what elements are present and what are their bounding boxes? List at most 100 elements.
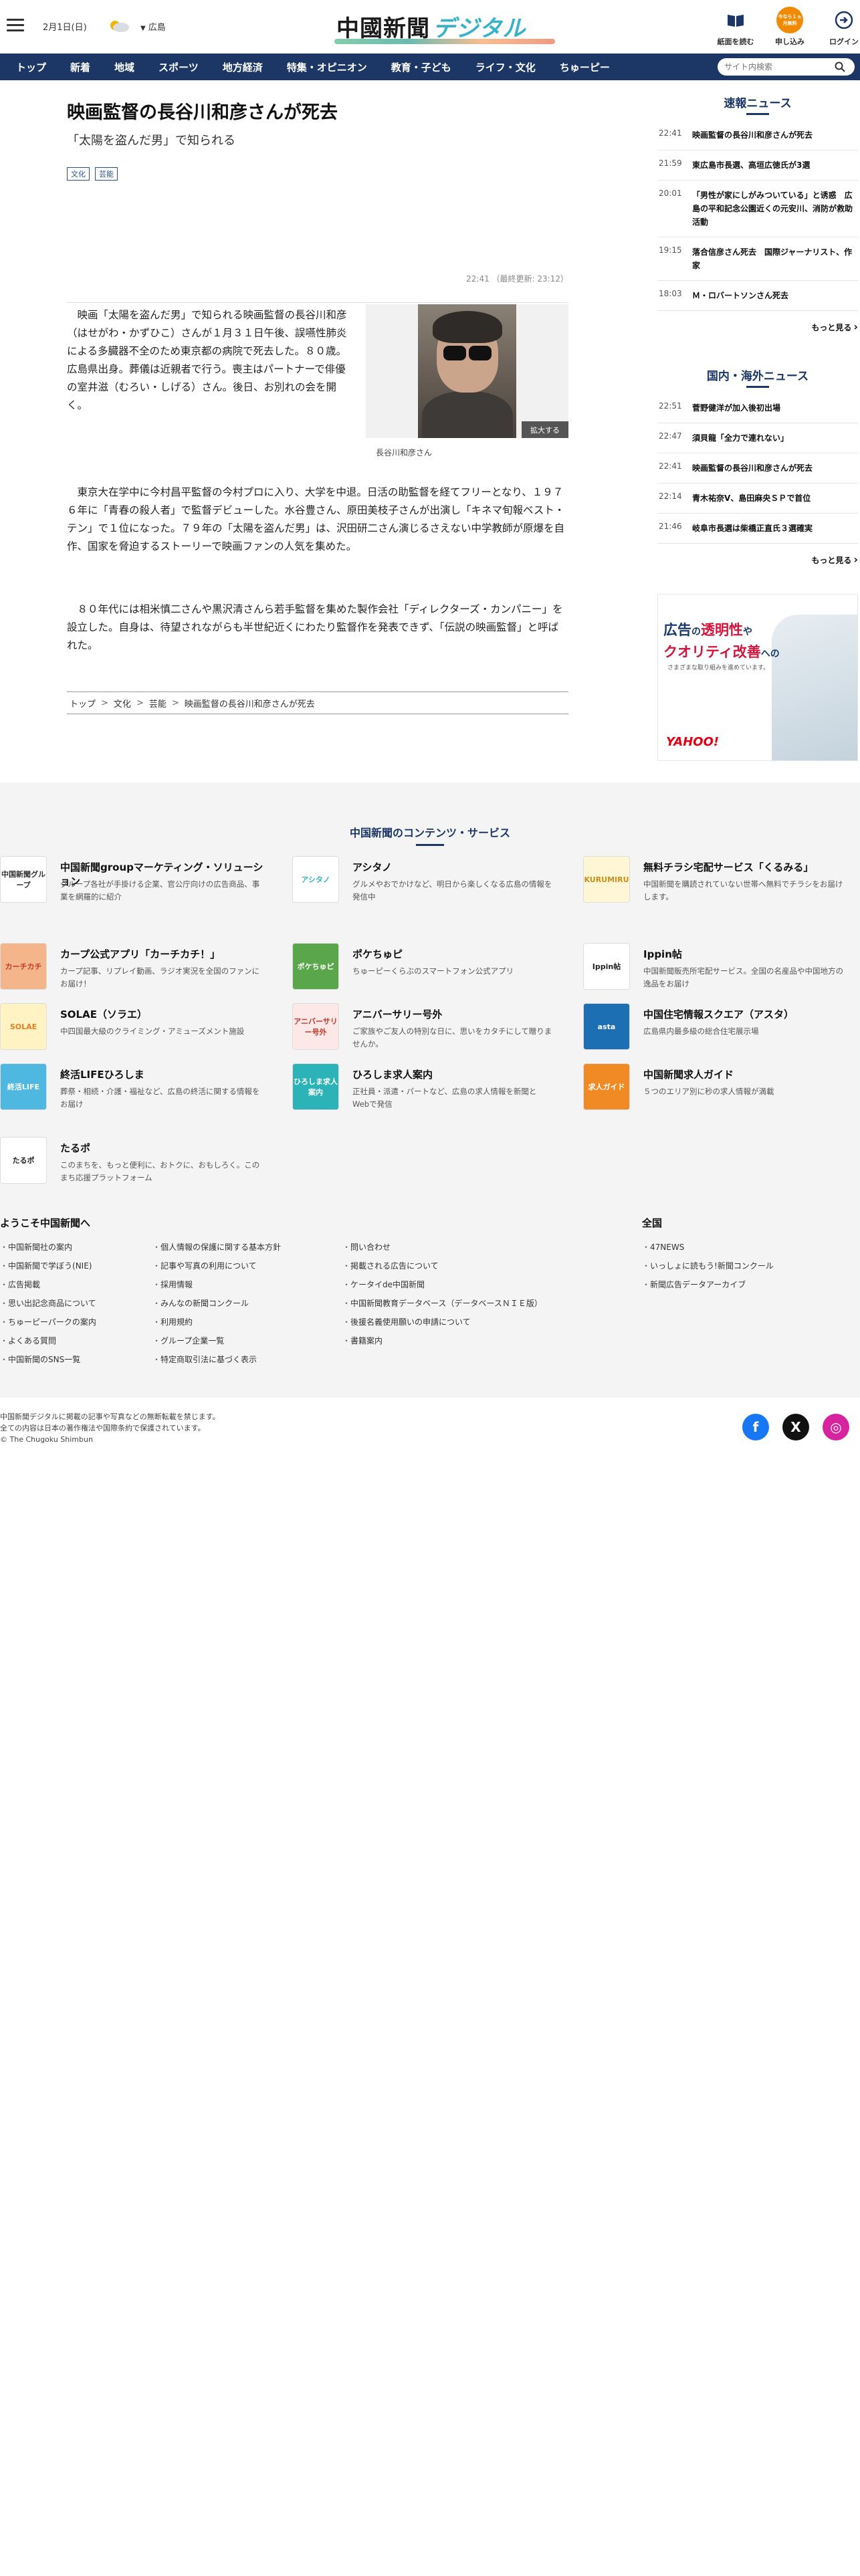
service-item[interactable]: Ippin帖 Ippin帖 中国新聞販売所宅配サービス。全国の名産品や中国地方の逸品… — [583, 943, 851, 996]
service-name: 終活LIFEひろしま — [60, 1069, 144, 1081]
footer-link[interactable]: みんなの新聞コンクール — [152, 1297, 281, 1316]
breadcrumb-top[interactable]: トップ — [70, 697, 96, 710]
service-item[interactable]: 終活LIFE 終活LIFEひろしま 葬祭・相続・介護・福祉など、広島の終活に関する情… — [0, 1063, 267, 1117]
list-item[interactable]: 21:59 東広島市長選、高垣広徳氏が3選 — [657, 150, 858, 181]
service-item[interactable]: アシタノ アシタノ グルメやおでかけなど、明日から楽しくなる広島の情報を発信中 — [292, 856, 560, 909]
service-item[interactable]: たるポ たるポ このまちを、もっと便利に、おトクに、おもしろく。このまち応援プラット… — [0, 1137, 267, 1190]
footer-link[interactable]: ちゅーピーパークの案内 — [0, 1316, 96, 1335]
photo-caption: 長谷川和彦さん — [376, 448, 433, 457]
footer-link[interactable]: 47NEWS — [642, 1241, 774, 1260]
service-desc: グルメやおでかけなど、明日から楽しくなる広島の情報を発信中 — [352, 879, 552, 901]
logo-main: 中國新聞 — [336, 15, 430, 42]
service-item[interactable]: 求人ガイド 中国新聞求人ガイド ５つのエリア別に秒の求人情報が満載 — [583, 1063, 851, 1117]
footer-link[interactable]: 記事や写真の利用について — [152, 1260, 281, 1279]
nav-item-opinion[interactable]: 特集・オピニオン — [275, 53, 379, 80]
list-item[interactable]: 19:15 落合信彦さん死去 国際ジャーナリスト、作家 — [657, 237, 858, 281]
footer-link[interactable]: 書籍案内 — [342, 1335, 542, 1354]
menu-icon[interactable] — [7, 19, 24, 32]
flash-news-title: 速報ニュース — [657, 88, 858, 120]
nav-item-chupy[interactable]: ちゅーピー — [548, 53, 622, 80]
nav-item-economy[interactable]: 地方経済 — [211, 53, 275, 80]
footer-link[interactable]: 中国新聞のSNS一覧 — [0, 1354, 96, 1372]
breadcrumb-culture[interactable]: 文化 — [114, 697, 131, 710]
footer-link[interactable]: 後援名義使用願いの申請について — [342, 1316, 542, 1335]
read-paper-button[interactable]: 紙面を読む — [712, 7, 759, 47]
service-item[interactable]: ひろしま求人案内 ひろしま求人案内 正社員・派遣・パートなど、広島の求人情報を新聞と… — [292, 1063, 560, 1117]
footer-link[interactable]: 思い出記念商品について — [0, 1297, 96, 1316]
nav-item-life[interactable]: ライフ・文化 — [463, 53, 548, 80]
footer-link[interactable]: ケータイde中国新聞 — [342, 1279, 542, 1297]
service-desc: 正社員・派遣・パートなど、広島の求人情報を新聞とWebで発信 — [352, 1087, 537, 1109]
footer-link[interactable]: 掲載される広告について — [342, 1260, 542, 1279]
service-thumbnail: ポケちゅピ — [292, 943, 339, 990]
list-item[interactable]: 22:41 映画監督の長谷川和彦さんが死去 — [657, 120, 858, 150]
footer-link[interactable]: 広告掲載 — [0, 1279, 96, 1297]
nav-item-sports[interactable]: スポーツ — [146, 53, 211, 80]
service-item[interactable]: KURUMIRU 無料チラシ宅配サービス「くるみる」 中国新聞を購読されていない世帯… — [583, 856, 851, 909]
facebook-icon[interactable]: f — [742, 1414, 769, 1440]
service-thumbnail: 中国新聞グループ — [0, 856, 47, 903]
service-thumbnail: たるポ — [0, 1137, 47, 1184]
service-item[interactable]: ポケちゅピ ポケちゅピ ちゅーピーくらぶのスマートフォン公式アプリ — [292, 943, 560, 996]
footer-link[interactable]: 新聞広告データアーカイブ — [642, 1279, 774, 1297]
service-desc: 中国新聞販売所宅配サービス。全国の名産品や中国地方の逸品をお届け — [643, 966, 843, 988]
service-item[interactable]: 中国新聞グループ 中国新聞groupマーケティング・ソリューション グループ各社が手… — [0, 856, 267, 909]
ad-image — [772, 615, 857, 760]
footer-link[interactable]: 問い合わせ — [342, 1241, 542, 1260]
article-photo[interactable]: 拡大する — [366, 304, 568, 438]
footer-link[interactable]: 個人情報の保護に関する基本方針 — [152, 1241, 281, 1260]
article: 映画監督の長谷川和彦さんが死去 「太陽を盗んだ男」で知られる 文化 芸能 22:… — [67, 100, 568, 714]
site-logo[interactable]: 中國新聞 デジタル — [336, 9, 526, 43]
flash-more-link[interactable]: もっと見る — [657, 311, 858, 333]
search-icon[interactable] — [835, 62, 845, 72]
apply-button[interactable]: 今なら１ヵ月無料 申し込み — [766, 7, 813, 47]
service-item[interactable]: SOLAE SOLAE（ソラエ） 中四国最大級のクライミング・アミューズメント施設 — [0, 1003, 267, 1057]
list-item[interactable]: 18:03 Ｍ・ロバートソンさん死去 — [657, 281, 858, 311]
nav-item-new[interactable]: 新着 — [58, 53, 102, 80]
ad-headline: 広告の透明性や クオリティ改善への — [663, 622, 780, 660]
login-icon — [835, 11, 853, 29]
footer-link[interactable]: いっしょに読もう!新聞コンクール — [642, 1260, 774, 1279]
nav-item-top[interactable]: トップ — [4, 53, 58, 80]
footer-link[interactable]: 利用規約 — [152, 1316, 281, 1335]
world-news-list: 22:51 菅野健洋が加入後初出場 22:47 須貝龍「全力で連れない」 22:41… — [657, 393, 858, 544]
service-name: ひろしま求人案内 — [352, 1069, 433, 1081]
weather-icon[interactable] — [104, 17, 132, 33]
service-desc: グループ各社が手掛ける企業、官公庁向けの広告商品、事業を網羅的に紹介 — [60, 879, 260, 901]
list-item[interactable]: 22:41 映画監督の長谷川和彦さんが死去 — [657, 453, 858, 484]
list-item[interactable]: 20:01 「男性が家にしがみついている」と诱惑 広島の平和記念公園近くの元安川、… — [657, 181, 858, 237]
article-subtitle: 「太陽を盗んだ男」で知られる — [67, 133, 235, 148]
list-item[interactable]: 22:14 青木祐奈V、島田麻央ＳＰで首位 — [657, 484, 858, 514]
footer-link[interactable]: 採用情報 — [152, 1279, 281, 1297]
service-desc: 中四国最大級のクライミング・アミューズメント施設 — [60, 1027, 245, 1036]
region-selector[interactable]: 広島 — [140, 20, 166, 33]
instagram-icon[interactable]: ◎ — [823, 1414, 849, 1440]
list-item[interactable]: 22:47 須貝龍「全力で連れない」 — [657, 423, 858, 453]
breadcrumb-entertainment[interactable]: 芸能 — [149, 697, 167, 710]
footer-link[interactable]: 中国新聞社の案内 — [0, 1241, 96, 1260]
footer-link[interactable]: グループ企業一覧 — [152, 1335, 281, 1354]
footer-link[interactable]: 特定商取引法に基づく表示 — [152, 1354, 281, 1372]
footer-link[interactable]: 中国新聞教育データベース（データベースＮＩＥ版） — [342, 1297, 542, 1316]
login-button[interactable]: ログイン — [821, 7, 860, 47]
world-more-link[interactable]: もっと見る — [657, 544, 858, 566]
footer-link[interactable]: 中国新聞で学ぼう(NIE) — [0, 1260, 96, 1279]
service-item[interactable]: アニバーサリー号外 アニバーサリー号外 ご家族やご友人の特別な日に、思いをカタチにし… — [292, 1003, 560, 1057]
nav-item-local[interactable]: 地域 — [102, 53, 146, 80]
service-desc: このまちを、もっと便利に、おトクに、おもしろく。このまち応援プラットフォーム — [60, 1160, 260, 1182]
advertisement[interactable]: 広告の透明性や クオリティ改善への さまざまな取り組みを進めています。 YAHO… — [657, 594, 858, 761]
nav-item-education[interactable]: 教育・子ども — [379, 53, 463, 80]
list-item[interactable]: 22:51 菅野健洋が加入後初出場 — [657, 393, 858, 423]
service-desc: カープ記事、リプレイ動画、ラジオ実況を全国のファンにお届け！ — [60, 966, 260, 988]
apply-icon: 今なら１ヵ月無料 — [776, 7, 803, 33]
x-icon[interactable]: X — [782, 1414, 809, 1440]
service-item[interactable]: asta 中国住宅情報スクエア（アスタ） 広島県内最多級の総合住宅展示場 — [583, 1003, 851, 1057]
zoom-button[interactable]: 拡大する — [522, 421, 568, 438]
footer-link[interactable]: よくある質問 — [0, 1335, 96, 1354]
service-item[interactable]: カーチカチ カープ公式アプリ「カーチカチ！」 カープ記事、リプレイ動画、ラジオ実況を… — [0, 943, 267, 996]
list-item[interactable]: 21:46 岐阜市長選は柴橋正直氏３選確実 — [657, 514, 858, 544]
current-date: 2月1日(日) — [43, 23, 87, 33]
footer: 中国新聞のコンテンツ・サービス 中国新聞グループ 中国新聞groupマーケティング… — [0, 782, 860, 1398]
links-column: 中国新聞社の案内中国新聞で学ぼう(NIE)広告掲載思い出記念商品についてちゅーピ… — [0, 1241, 96, 1372]
article-paragraph: 東京大在学中に今村昌平監督の今村プロに入り、大学を中退。日活の助監督を経てフリー… — [67, 486, 565, 552]
